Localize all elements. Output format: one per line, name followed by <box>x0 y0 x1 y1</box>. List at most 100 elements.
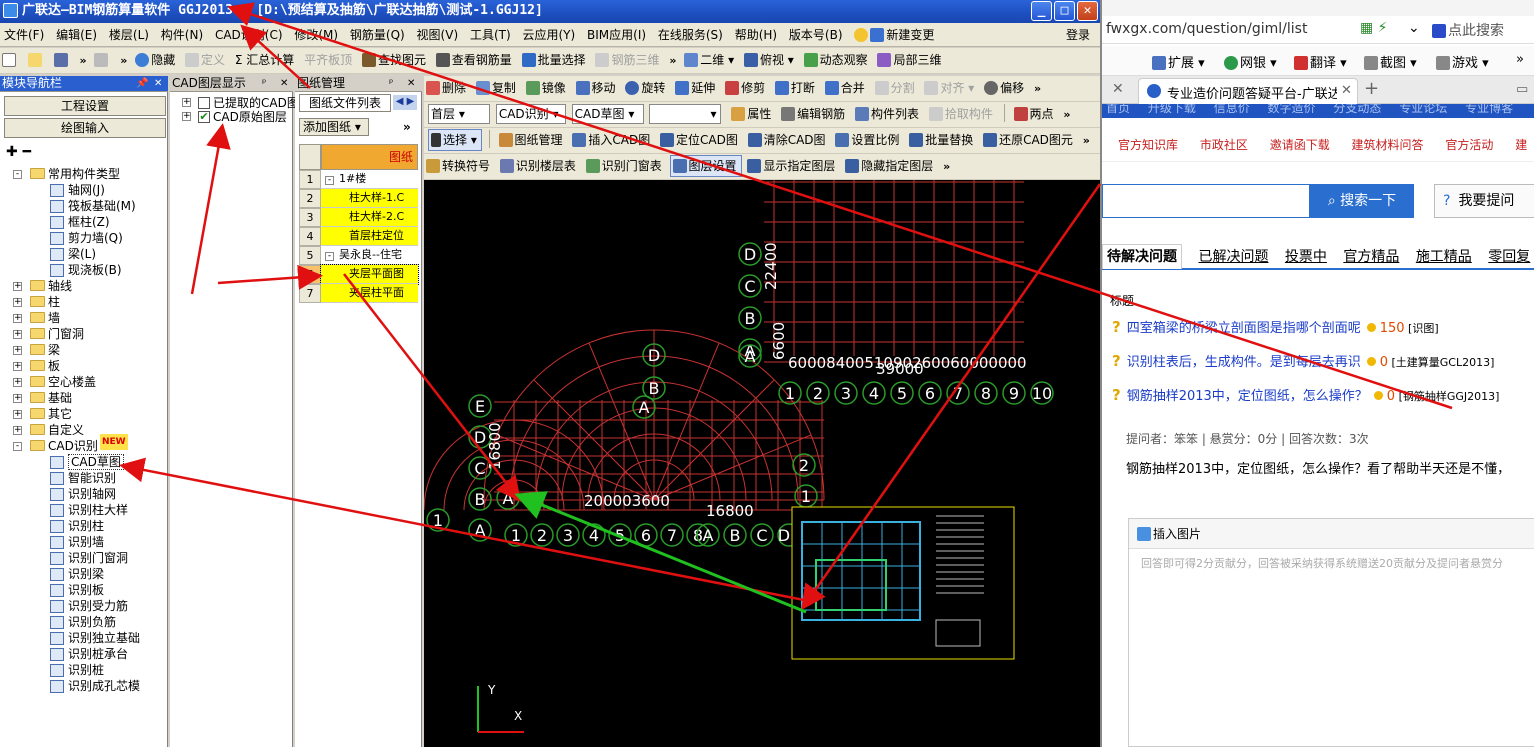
expand-icon[interactable]: + <box>13 410 22 419</box>
tab-solved[interactable]: 已解决问题 <box>1198 249 1268 265</box>
tab-close-icon[interactable]: ✕ <box>1341 83 1352 98</box>
extend-button[interactable]: 延伸 <box>673 76 719 100</box>
site-nav-home[interactable]: 首页 <box>1106 104 1130 115</box>
ask-question-button[interactable]: ? 我要提问 <box>1434 184 1534 218</box>
site-nav-blog[interactable]: 专业博客 <box>1465 104 1513 115</box>
pin-icon[interactable]: ᵖ <box>389 76 393 91</box>
expand-icon[interactable]: + <box>13 330 22 339</box>
tab-list-icon[interactable]: ▭ <box>1516 82 1528 97</box>
subnav-more[interactable]: 建 <box>1515 138 1527 152</box>
mirror-button[interactable]: 镜像 <box>524 76 570 100</box>
define-button[interactable]: 定义 <box>183 48 229 72</box>
overflow-chevron-icon[interactable]: » <box>77 49 88 73</box>
table-header-name[interactable]: 图纸 <box>321 144 418 170</box>
overflow-chevron-icon[interactable]: » <box>1032 77 1043 101</box>
menu-change[interactable]: 新建变更 <box>850 23 938 47</box>
expand-icon[interactable]: + <box>13 314 22 323</box>
overflow-chevron-icon[interactable]: » <box>1081 129 1092 153</box>
expand-icon[interactable]: + <box>182 98 191 107</box>
recognize-door-table-button[interactable]: 识别门窗表 <box>584 154 666 178</box>
overflow-chevron-icon[interactable]: » <box>403 120 411 134</box>
collapse-icon[interactable]: - <box>13 170 22 179</box>
menu-view[interactable]: 视图(V) <box>413 23 463 47</box>
edit-rebar-button[interactable]: 编辑钢筋 <box>779 102 849 126</box>
tab-voting[interactable]: 投票中 <box>1285 249 1327 265</box>
drawing-row[interactable]: 5- 吴永良--住宅 <box>299 246 418 265</box>
select-button[interactable]: 选择 ▾ <box>428 129 482 151</box>
pick-component-button[interactable]: 拾取构件 <box>927 102 997 126</box>
minimize-button[interactable]: _ <box>1031 1 1052 21</box>
login-button[interactable]: 登录 <box>1062 23 1094 47</box>
layer-settings-button[interactable]: 图层设置 <box>669 155 742 177</box>
find-element-button[interactable]: 查找图元 <box>360 48 430 72</box>
drawing-input-button[interactable]: 绘图输入 <box>4 118 166 138</box>
component-list-button[interactable]: 构件列表 <box>853 102 923 126</box>
merge-button[interactable]: 合并 <box>823 76 869 100</box>
tab-official[interactable]: 官方精品 <box>1343 249 1399 265</box>
question-title[interactable]: 识别柱表后，生成构件。是到每层去再识 <box>1127 355 1361 370</box>
offset-button[interactable]: 偏移 <box>982 76 1028 100</box>
lightning-icon[interactable]: ▦ ⚡ <box>1360 20 1388 36</box>
question-tag[interactable]: [钢筋抽样GGJ2013] <box>1395 390 1500 403</box>
collapse-icon[interactable]: - <box>13 442 22 451</box>
delete-button[interactable]: 删除 <box>424 76 470 100</box>
expand-icon[interactable]: + <box>13 394 22 403</box>
subnav-invite[interactable]: 邀请函下载 <box>1270 138 1330 152</box>
bookmark-screenshot[interactable]: 截图 ▾ <box>1364 52 1417 71</box>
undo-button[interactable] <box>92 48 114 72</box>
set-scale-button[interactable]: 设置比例 <box>833 128 903 152</box>
recognize-floor-table-button[interactable]: 识别楼层表 <box>498 154 580 178</box>
subnav-events[interactable]: 官方活动 <box>1445 138 1493 152</box>
drawing-row[interactable]: 6 夹层平面图 <box>299 264 419 285</box>
expand-icon[interactable]: + <box>13 378 22 387</box>
tab-construction[interactable]: 施工精品 <box>1416 249 1472 265</box>
question-row[interactable]: ? 识别柱表后，生成构件。是到每层去再识 0 [土建算量GCL2013] <box>1112 352 1494 372</box>
expand-icon[interactable]: + <box>13 362 22 371</box>
save-button[interactable] <box>52 48 74 72</box>
subnav-knowledge[interactable]: 官方知识库 <box>1118 138 1178 152</box>
menu-tools[interactable]: 工具(T) <box>466 23 515 47</box>
tab-pending[interactable]: 待解决问题 <box>1102 244 1182 269</box>
bookmark-games[interactable]: 游戏 ▾ <box>1436 52 1489 71</box>
copy-button[interactable]: 复制 <box>474 76 520 100</box>
show-layer-button[interactable]: 显示指定图层 <box>745 154 839 178</box>
type-select[interactable]: CAD草图 ▾ <box>571 104 644 124</box>
subnav-municipal[interactable]: 市政社区 <box>1200 138 1248 152</box>
tab-zero-reply[interactable]: 零回复 <box>1488 249 1530 265</box>
question-title[interactable]: 钢筋抽样2013中，定位图纸，怎么操作？ <box>1127 389 1368 404</box>
menu-edit[interactable]: 编辑(E) <box>52 23 101 47</box>
clear-cad-button[interactable]: 清除CAD图 <box>746 128 830 152</box>
trim-button[interactable]: 修剪 <box>723 76 769 100</box>
insert-image-button[interactable]: 插入图片 <box>1137 525 1201 542</box>
slab-top-button[interactable]: 平齐板顶 <box>302 48 356 72</box>
tab-drawing-files[interactable]: 图纸文件列表 <box>299 94 391 112</box>
component-select[interactable]: ▾ <box>649 104 722 124</box>
panel-close-icon[interactable]: ✕ <box>154 76 162 91</box>
drawing-manage-button[interactable]: 图纸管理 <box>497 128 567 152</box>
menu-floor[interactable]: 楼层(L) <box>105 23 153 47</box>
site-nav-branch[interactable]: 分支动态 <box>1333 104 1381 115</box>
view-rebar-button[interactable]: 查看钢筋量 <box>434 48 516 72</box>
dropdown-chevron-icon[interactable]: ⌄ <box>1408 20 1420 36</box>
overflow-chevron-icon[interactable]: » <box>118 49 129 73</box>
site-nav-forum[interactable]: 专业论坛 <box>1399 104 1447 115</box>
menu-cad[interactable]: CAD识别(C) <box>211 23 287 47</box>
bookmark-translate[interactable]: 翻译 ▾ <box>1294 52 1347 71</box>
url-text[interactable]: fwxgx.com/question/giml/list <box>1106 21 1307 37</box>
new-tab-icon[interactable]: + <box>1364 78 1379 99</box>
summary-calc-button[interactable]: Σ 汇总计算 <box>233 48 298 72</box>
batch-replace-button[interactable]: 批量替换 <box>907 128 977 152</box>
floor-select[interactable]: 首层 ▾ <box>428 104 490 124</box>
drawing-row[interactable]: 2 柱大样-1.C <box>299 189 418 208</box>
split-button[interactable]: 分割 <box>873 76 919 100</box>
close-button[interactable]: ✕ <box>1077 1 1098 21</box>
menu-help[interactable]: 帮助(H) <box>731 23 781 47</box>
tab-close-icon[interactable]: ✕ <box>1112 81 1124 97</box>
question-tag[interactable]: [土建算量GCL2013] <box>1388 356 1494 369</box>
drawing-row[interactable]: 3 柱大样-2.C <box>299 208 418 227</box>
answer-editor[interactable]: 插入图片 回答即可得2分贡献分，回答被采纳获得系统赠送20贡献分及提问者悬赏分 <box>1128 518 1534 747</box>
menu-modify[interactable]: 修改(M) <box>290 23 342 47</box>
panel-close-icon[interactable]: ✕ <box>280 76 288 91</box>
site-nav-digital[interactable]: 数字造价 <box>1268 104 1316 115</box>
menu-cloud[interactable]: 云应用(Y) <box>518 23 579 47</box>
